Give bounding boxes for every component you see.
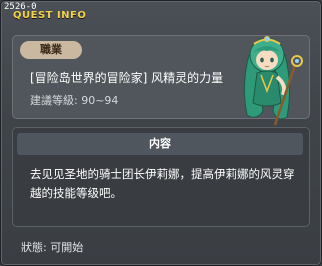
recommended-level: 建議等級: 90~94 bbox=[30, 94, 119, 107]
content-header: 内容 bbox=[17, 133, 303, 155]
quest-status: 狀態: 可開始 bbox=[21, 241, 84, 254]
window-title: QUEST INFO bbox=[13, 10, 87, 21]
job-badge: 職業 bbox=[20, 41, 82, 59]
quest-info-window: 2526-0 QUEST INFO 職業 [冒险岛世界的冒险家] 风精灵的力量 … bbox=[0, 0, 322, 266]
npc-irena-portrait-icon bbox=[243, 36, 303, 126]
quest-description: 去见见圣地的骑士团长伊莉娜，提高伊莉娜的风灵穿越的技能等级吧。 bbox=[30, 167, 295, 200]
quest-name: [冒险岛世界的冒险家] 风精灵的力量 bbox=[30, 71, 224, 85]
